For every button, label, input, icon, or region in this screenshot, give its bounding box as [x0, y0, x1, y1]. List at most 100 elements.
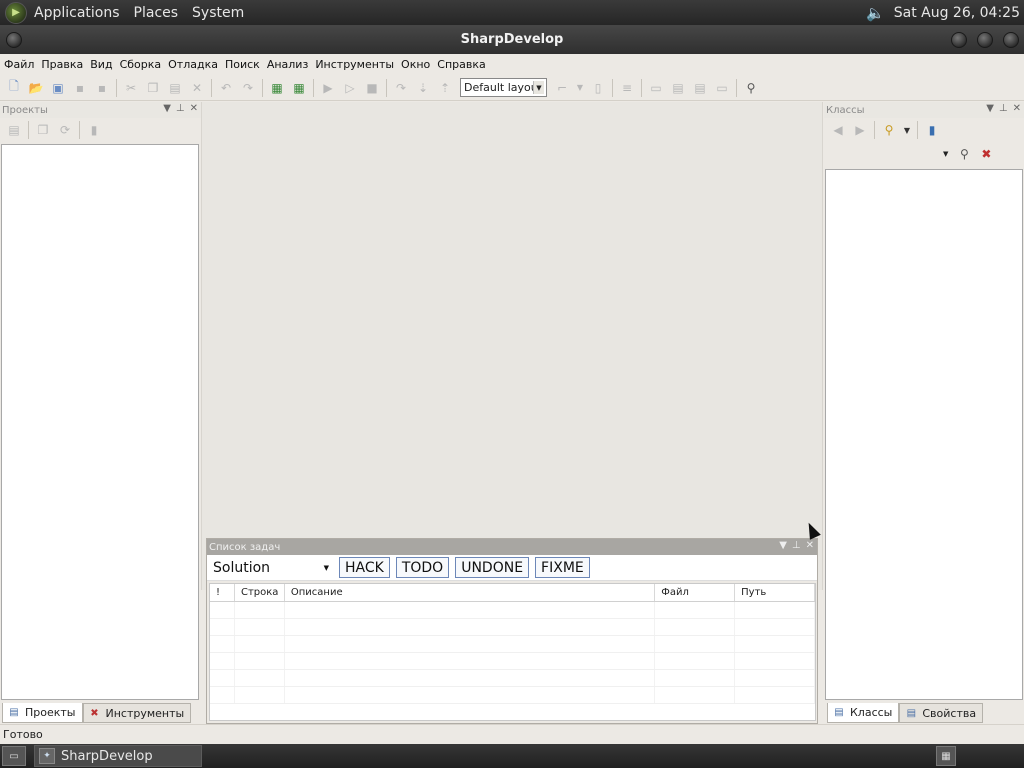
project-tree[interactable]	[1, 144, 199, 700]
book-icon[interactable]: ▮	[924, 122, 940, 138]
window-icon[interactable]: ▭	[648, 80, 664, 96]
menu-view[interactable]: Вид	[86, 58, 115, 71]
column-file[interactable]: Файл	[655, 584, 736, 601]
new-project-icon[interactable]: ▣	[50, 80, 66, 96]
column-line[interactable]: Строка	[235, 584, 285, 601]
places-menu[interactable]: Places	[127, 5, 186, 21]
indent-icon[interactable]: ≡	[619, 80, 635, 96]
scope-select[interactable]: Solution ▼	[209, 557, 333, 579]
taskbar-item-sharpdevelop[interactable]: ✦ SharpDevelop	[34, 745, 202, 767]
menu-file[interactable]: Файл	[0, 58, 37, 71]
menu-debug[interactable]: Отладка	[164, 58, 221, 71]
stop-icon[interactable]: ■	[364, 80, 380, 96]
tag-fixme-button[interactable]: FIXME	[535, 557, 590, 578]
menu-search[interactable]: Поиск	[221, 58, 263, 71]
chevron-down-icon: ▼	[533, 81, 544, 94]
pad-menu-icon[interactable]: ▼	[779, 540, 787, 551]
minimize-button[interactable]	[951, 32, 967, 48]
dropdown-arrow-icon[interactable]: ▼	[576, 80, 584, 96]
toolbar-separator	[736, 78, 737, 97]
rebuild-icon[interactable]: ▦	[291, 80, 307, 96]
menu-tools[interactable]: Инструменты	[311, 58, 397, 71]
taskbar-item-label: SharpDevelop	[61, 748, 153, 764]
projects-pad-tabs: ▤ Проекты ✖ Инструменты	[2, 702, 192, 724]
gnome-foot-icon[interactable]: ▶	[5, 1, 27, 24]
save-all-icon[interactable]: ▪	[94, 80, 110, 96]
paste-icon[interactable]: ▤	[167, 80, 183, 96]
forward-icon[interactable]: ▶	[852, 122, 868, 138]
menu-help[interactable]: Справка	[433, 58, 488, 71]
build-icon[interactable]: ▦	[269, 80, 285, 96]
clock[interactable]: Sat Aug 26, 04:25	[894, 5, 1020, 21]
close-icon[interactable]: ✕	[1013, 103, 1021, 114]
system-menu[interactable]: System	[185, 5, 251, 21]
menu-edit[interactable]: Правка	[37, 58, 86, 71]
window-menu-button[interactable]	[6, 32, 22, 48]
tab-properties[interactable]: ▤ Свойства	[899, 703, 984, 723]
back-icon[interactable]: ◀	[830, 122, 846, 138]
clear-search-icon[interactable]: ✖	[978, 146, 994, 162]
undo-icon[interactable]: ↶	[218, 80, 234, 96]
run-without-debug-icon[interactable]: ▷	[342, 80, 358, 96]
projects-pad-toolbar: ▤ ❐ ⟳ ▮	[0, 118, 201, 142]
filter-icon[interactable]: ⚲	[881, 122, 897, 138]
workspace-switcher-icon[interactable]: ▦	[936, 746, 956, 766]
run-icon[interactable]: ▶	[320, 80, 336, 96]
class-tree[interactable]	[825, 169, 1023, 700]
step-into-icon[interactable]: ⇣	[415, 80, 431, 96]
close-icon[interactable]: ✕	[806, 540, 814, 551]
task-list-pad: Список задач ▼ ⊥ ✕ Solution ▼ HACK TODO …	[206, 538, 818, 724]
save-icon[interactable]: ▪	[72, 80, 88, 96]
pad-menu-icon[interactable]: ▼	[163, 103, 171, 114]
redo-icon[interactable]: ↷	[240, 80, 256, 96]
close-window-button[interactable]	[1003, 32, 1019, 48]
tab-tools[interactable]: ✖ Инструменты	[82, 703, 192, 723]
task-list-filter-bar: Solution ▼ HACK TODO UNDONE FIXME	[207, 555, 817, 581]
tag-hack-button[interactable]: HACK	[339, 557, 390, 578]
bookmark-icon[interactable]: ▯	[590, 80, 606, 96]
pin-icon[interactable]: ⊥	[176, 103, 185, 114]
monitor-icon[interactable]: ▭	[714, 80, 730, 96]
layout-select[interactable]: Default layout ▼	[460, 78, 547, 97]
print-icon[interactable]: ▤	[670, 80, 686, 96]
show-desktop-icon[interactable]: ▭	[2, 746, 26, 766]
find-icon[interactable]: ⚲	[743, 80, 759, 96]
column-priority[interactable]: !	[210, 584, 235, 601]
volume-icon[interactable]: 🔈	[866, 4, 886, 22]
collapse-all-icon[interactable]: ▮	[86, 122, 102, 138]
step-out-icon[interactable]: ⇡	[437, 80, 453, 96]
projects-icon: ▤	[9, 707, 19, 718]
menu-analysis[interactable]: Анализ	[263, 58, 312, 71]
open-file-icon[interactable]: 📂	[28, 80, 44, 96]
toolbar-separator	[28, 121, 29, 139]
applications-menu[interactable]: Applications	[27, 5, 127, 21]
show-all-files-icon[interactable]: ❐	[35, 122, 51, 138]
cut-icon[interactable]: ✂	[123, 80, 139, 96]
class-search-input[interactable]	[829, 145, 949, 163]
refresh-icon[interactable]: ⟳	[57, 122, 73, 138]
print-preview-icon[interactable]: ▤	[692, 80, 708, 96]
maximize-button[interactable]	[977, 32, 993, 48]
tab-projects[interactable]: ▤ Проекты	[2, 703, 83, 723]
chevron-down-icon[interactable]: ▼	[943, 150, 948, 158]
menu-build[interactable]: Сборка	[116, 58, 165, 71]
tab-classes[interactable]: ▤ Классы	[827, 703, 900, 723]
column-path[interactable]: Путь	[735, 584, 815, 601]
new-file-icon[interactable]: 🗋	[6, 79, 22, 96]
comment-icon[interactable]: ⌐	[554, 80, 570, 96]
close-icon[interactable]: ✕	[190, 103, 198, 114]
pin-icon[interactable]: ⊥	[999, 103, 1008, 114]
tag-todo-button[interactable]: TODO	[395, 557, 450, 578]
classes-pad-toolbar: ◀ ▶ ⚲ ▼ ▮	[824, 118, 1024, 142]
pad-menu-icon[interactable]: ▼	[986, 103, 994, 114]
copy-icon[interactable]: ❐	[145, 80, 161, 96]
menu-window[interactable]: Окно	[397, 58, 433, 71]
column-description[interactable]: Описание	[285, 584, 656, 601]
step-over-icon[interactable]: ↷	[393, 80, 409, 96]
search-icon[interactable]: ⚲	[956, 146, 972, 162]
tag-undone-button[interactable]: UNDONE	[455, 557, 530, 578]
pin-icon[interactable]: ⊥	[792, 540, 801, 551]
dropdown-arrow-icon[interactable]: ▼	[903, 122, 911, 138]
delete-icon[interactable]: ✕	[189, 80, 205, 96]
properties-icon[interactable]: ▤	[6, 122, 22, 138]
